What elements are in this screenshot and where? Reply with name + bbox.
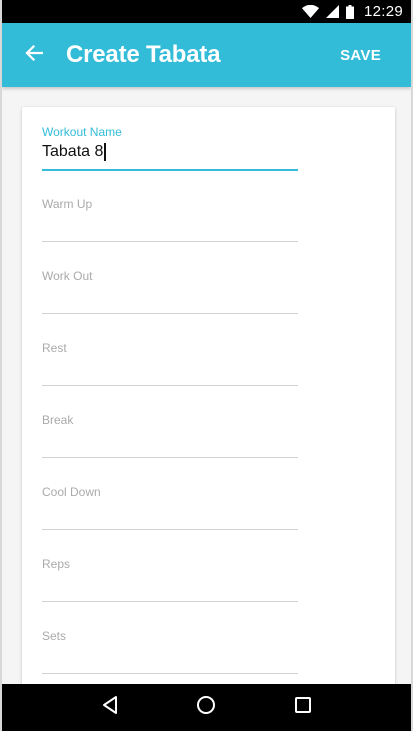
nav-home-button[interactable] bbox=[186, 688, 226, 728]
back-triangle-icon bbox=[101, 695, 119, 720]
cool-down-label: Cool Down bbox=[42, 485, 101, 499]
app-bar: Create Tabata SAVE bbox=[2, 23, 411, 87]
warm-up-underline bbox=[42, 241, 298, 242]
system-nav-bar bbox=[2, 684, 411, 731]
cool-down-underline bbox=[42, 529, 298, 530]
workout-name-field[interactable]: Workout Name Tabata 8 bbox=[42, 123, 298, 195]
status-clock: 12:29 bbox=[363, 3, 403, 20]
text-cursor bbox=[104, 143, 106, 161]
workout-name-label: Workout Name bbox=[42, 125, 122, 139]
battery-icon bbox=[345, 4, 354, 19]
workout-form-card: Workout Name Tabata 8 Warm Up Work Out R… bbox=[22, 107, 395, 684]
break-label: Break bbox=[42, 413, 74, 427]
workout-name-underline bbox=[42, 169, 298, 171]
device-screen: 12:29 Create Tabata SAVE Workout Name Ta… bbox=[0, 0, 413, 731]
reps-label: Reps bbox=[42, 557, 71, 571]
break-underline bbox=[42, 457, 298, 458]
nav-back-button[interactable] bbox=[90, 688, 130, 728]
reps-field[interactable]: Reps bbox=[42, 555, 298, 627]
sets-underline bbox=[42, 673, 298, 674]
warm-up-label: Warm Up bbox=[42, 197, 93, 211]
cell-signal-icon bbox=[325, 5, 339, 18]
reps-underline bbox=[42, 601, 298, 602]
home-circle-icon bbox=[196, 695, 216, 720]
status-bar: 12:29 bbox=[2, 0, 411, 23]
rest-label: Rest bbox=[42, 341, 67, 355]
form-scroll-area[interactable]: Workout Name Tabata 8 Warm Up Work Out R… bbox=[2, 87, 411, 684]
sets-label: Sets bbox=[42, 629, 67, 643]
save-button[interactable]: SAVE bbox=[340, 23, 381, 87]
break-field[interactable]: Break bbox=[42, 411, 298, 483]
work-out-label: Work Out bbox=[42, 269, 93, 283]
warm-up-field[interactable]: Warm Up bbox=[42, 195, 298, 267]
nav-recents-button[interactable] bbox=[283, 688, 323, 728]
workout-name-input[interactable]: Tabata 8 bbox=[42, 143, 106, 161]
sets-field[interactable]: Sets bbox=[42, 627, 298, 684]
back-button[interactable] bbox=[4, 23, 64, 87]
cool-down-field[interactable]: Cool Down bbox=[42, 483, 298, 555]
arrow-back-icon bbox=[25, 44, 44, 66]
workout-name-value: Tabata 8 bbox=[42, 143, 104, 160]
rest-field[interactable]: Rest bbox=[42, 339, 298, 411]
page-title: Create Tabata bbox=[66, 41, 221, 68]
wifi-icon bbox=[301, 5, 319, 18]
work-out-underline bbox=[42, 313, 298, 314]
recents-square-icon bbox=[294, 696, 312, 719]
work-out-field[interactable]: Work Out bbox=[42, 267, 298, 339]
rest-underline bbox=[42, 385, 298, 386]
